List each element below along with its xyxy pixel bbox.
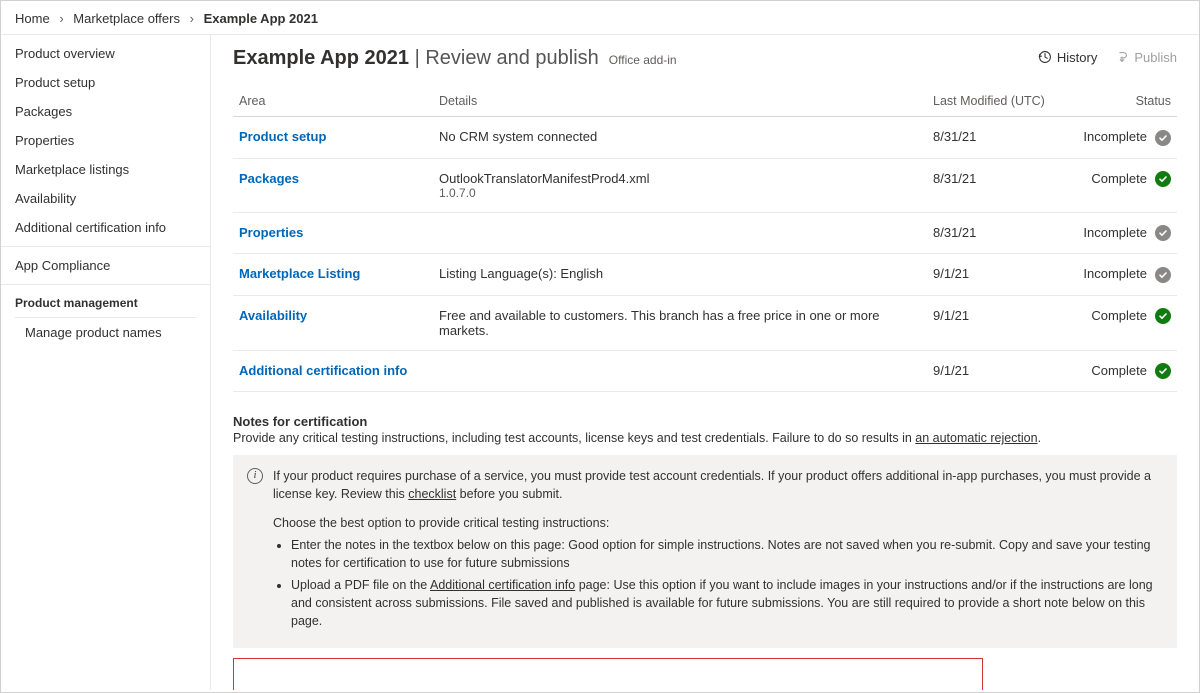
- area-link[interactable]: Availability: [239, 308, 307, 323]
- details-cell: [433, 212, 927, 254]
- divider: [1, 284, 210, 285]
- info-bullet-1: Enter the notes in the textbox below on …: [291, 536, 1163, 572]
- info-main-text: If your product requires purchase of a s…: [273, 467, 1163, 503]
- col-status: Status: [1057, 86, 1177, 117]
- area-link[interactable]: Marketplace Listing: [239, 266, 360, 281]
- publish-header-button: Publish: [1115, 50, 1177, 65]
- notes-title: Notes for certification: [233, 414, 1177, 429]
- sidebar-item-product-overview[interactable]: Product overview: [1, 39, 210, 68]
- app-name: Example App 2021: [233, 47, 409, 69]
- checklist-link[interactable]: checklist: [408, 487, 456, 501]
- info-bullet-2: Upload a PDF file on the Additional cert…: [291, 576, 1163, 630]
- sidebar-item-product-setup[interactable]: Product setup: [1, 68, 210, 97]
- modified-cell: 8/31/21: [927, 117, 1057, 159]
- status-cell: Complete: [1057, 295, 1177, 350]
- sidebar-item-app-compliance[interactable]: App Compliance: [1, 251, 210, 280]
- chevron-right-icon: ›: [190, 11, 194, 26]
- modified-cell: 9/1/21: [927, 295, 1057, 350]
- area-link[interactable]: Packages: [239, 171, 299, 186]
- divider: [1, 246, 210, 247]
- sidebar-item-packages[interactable]: Packages: [1, 97, 210, 126]
- publish-icon: [1115, 50, 1129, 64]
- info-box: i If your product requires purchase of a…: [233, 455, 1177, 648]
- page-name: Review and publish: [425, 47, 598, 69]
- col-area: Area: [233, 86, 433, 117]
- chevron-right-icon: ›: [59, 11, 63, 26]
- details-cell: No CRM system connected: [433, 117, 927, 159]
- modified-cell: 8/31/21: [927, 212, 1057, 254]
- incomplete-circle-icon: [1155, 267, 1171, 283]
- check-circle-icon: [1155, 363, 1171, 379]
- incomplete-circle-icon: [1155, 130, 1171, 146]
- breadcrumb-current: Example App 2021: [204, 11, 318, 26]
- modified-cell: 9/1/21: [927, 254, 1057, 296]
- status-cell: Incomplete: [1057, 212, 1177, 254]
- details-cell: Listing Language(s): English: [433, 254, 927, 296]
- area-link[interactable]: Properties: [239, 225, 303, 240]
- history-icon: [1038, 50, 1052, 64]
- breadcrumb-home[interactable]: Home: [15, 11, 50, 26]
- review-table: Area Details Last Modified (UTC) Status …: [233, 86, 1177, 392]
- table-row: Product setup No CRM system connected8/31…: [233, 117, 1177, 159]
- check-circle-icon: [1155, 308, 1171, 324]
- breadcrumb: Home › Marketplace offers › Example App …: [1, 1, 1199, 35]
- table-row: Properties 8/31/21Incomplete: [233, 212, 1177, 254]
- publish-label: Publish: [1134, 50, 1177, 65]
- check-circle-icon: [1155, 171, 1171, 187]
- main-content: Example App 2021 | Review and publish Of…: [211, 35, 1199, 690]
- page-subtype: Office add-in: [609, 53, 677, 67]
- status-cell: Incomplete: [1057, 254, 1177, 296]
- history-button[interactable]: History: [1038, 50, 1097, 65]
- modified-cell: 9/1/21: [927, 350, 1057, 392]
- table-row: Marketplace Listing Listing Language(s): …: [233, 254, 1177, 296]
- sidebar-item-properties[interactable]: Properties: [1, 126, 210, 155]
- status-cell: Complete: [1057, 158, 1177, 212]
- history-label: History: [1057, 50, 1097, 65]
- modified-cell: 8/31/21: [927, 158, 1057, 212]
- status-cell: Incomplete: [1057, 117, 1177, 159]
- table-row: Availability Free and available to custom…: [233, 295, 1177, 350]
- sidebar: Product overview Product setup Packages …: [1, 35, 211, 690]
- incomplete-circle-icon: [1155, 225, 1171, 241]
- area-link[interactable]: Product setup: [239, 129, 326, 144]
- col-modified: Last Modified (UTC): [927, 86, 1057, 117]
- details-cell: OutlookTranslatorManifestProd4.xml1.0.7.…: [433, 158, 927, 212]
- additional-cert-info-link[interactable]: Additional certification info: [430, 578, 575, 592]
- sidebar-item-availability[interactable]: Availability: [1, 184, 210, 213]
- table-row: Additional certification info 9/1/21Compl…: [233, 350, 1177, 392]
- automatic-rejection-link[interactable]: an automatic rejection: [915, 431, 1037, 445]
- col-details: Details: [433, 86, 927, 117]
- status-cell: Complete: [1057, 350, 1177, 392]
- sidebar-section-product-management: Product management: [1, 289, 210, 317]
- notes-description: Provide any critical testing instruction…: [233, 431, 1177, 445]
- details-cell: [433, 350, 927, 392]
- choose-option-label: Choose the best option to provide critic…: [273, 514, 1163, 532]
- page-title: Example App 2021 | Review and publish: [233, 47, 599, 70]
- table-row: Packages OutlookTranslatorManifestProd4.x…: [233, 158, 1177, 212]
- certification-notes-input[interactable]: [233, 658, 983, 690]
- sidebar-item-marketplace-listings[interactable]: Marketplace listings: [1, 155, 210, 184]
- sidebar-item-manage-product-names[interactable]: Manage product names: [1, 318, 210, 347]
- sidebar-item-additional-certification-info[interactable]: Additional certification info: [1, 213, 210, 242]
- info-icon: i: [247, 468, 263, 484]
- area-link[interactable]: Additional certification info: [239, 363, 407, 378]
- details-cell: Free and available to customers. This br…: [433, 295, 927, 350]
- breadcrumb-marketplace-offers[interactable]: Marketplace offers: [73, 11, 180, 26]
